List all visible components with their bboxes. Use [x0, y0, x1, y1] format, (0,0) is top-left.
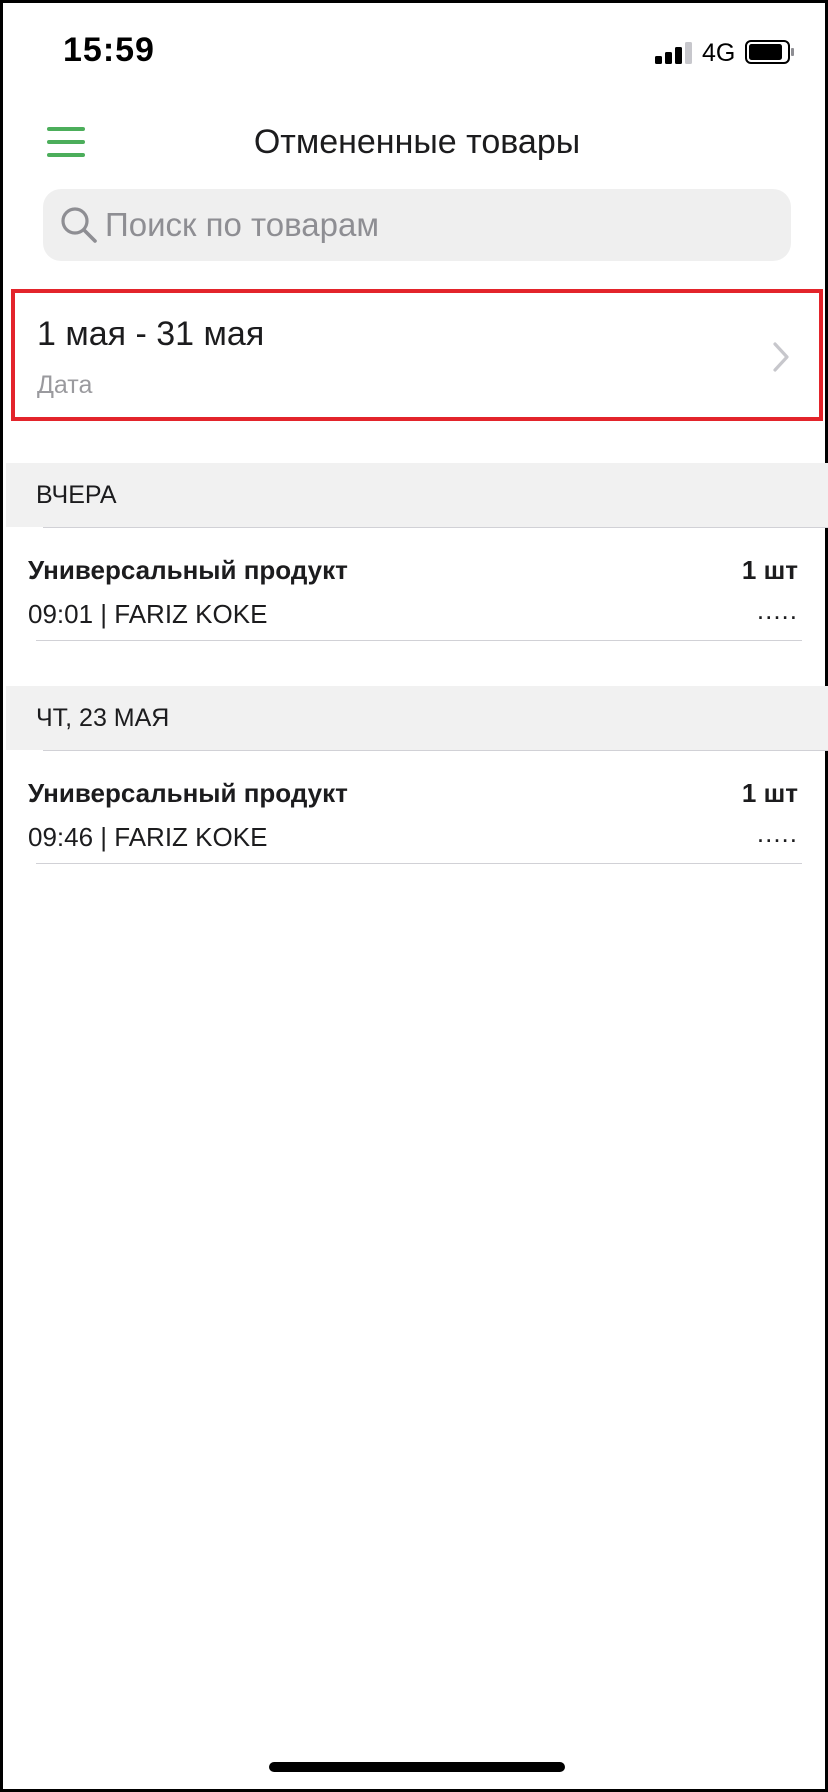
home-indicator[interactable]	[269, 1762, 565, 1772]
search-icon	[61, 207, 97, 243]
item-more-indicator: .....	[756, 595, 798, 625]
section-header: ВЧЕРА	[6, 463, 828, 527]
search-input[interactable]	[105, 189, 775, 261]
list-item[interactable]: Универсальный продукт 1 шт 09:46 | FARIZ…	[6, 752, 828, 864]
item-time-user: 09:01 | FARIZ KOKE	[28, 599, 268, 629]
hamburger-menu-icon[interactable]	[47, 127, 85, 159]
search-bar[interactable]	[43, 189, 791, 261]
date-range-value: 1 мая - 31 мая	[37, 315, 265, 353]
item-quantity: 1 шт	[741, 555, 798, 585]
item-name: Универсальный продукт	[28, 555, 348, 585]
section-title: ВЧЕРА	[36, 481, 117, 509]
item-time-user: 09:46 | FARIZ KOKE	[28, 822, 268, 852]
chevron-right-icon	[773, 342, 789, 372]
divider	[43, 750, 828, 751]
nav-header: Отмененные товары	[3, 113, 828, 173]
list-item[interactable]: Универсальный продукт 1 шт 09:01 | FARIZ…	[6, 529, 828, 641]
item-more-indicator: .....	[756, 818, 798, 848]
section-title: ЧТ, 23 МАЯ	[36, 704, 170, 732]
battery-icon	[745, 40, 794, 64]
divider	[36, 640, 802, 641]
status-bar: 15:59 4G	[3, 3, 828, 103]
item-name: Универсальный продукт	[28, 778, 348, 808]
divider	[36, 863, 802, 864]
date-range-selector[interactable]: 1 мая - 31 мая Дата	[11, 289, 823, 421]
cellular-signal-icon	[655, 40, 693, 64]
section-header: ЧТ, 23 МАЯ	[6, 686, 828, 750]
date-range-label: Дата	[37, 371, 93, 399]
divider	[43, 527, 828, 528]
page-title: Отмененные товары	[253, 123, 581, 161]
screen-frame: 15:59 4G Отмененные товары 1	[0, 0, 828, 1792]
status-time: 15:59	[63, 31, 155, 69]
item-quantity: 1 шт	[741, 778, 798, 808]
network-type-label: 4G	[702, 39, 736, 67]
